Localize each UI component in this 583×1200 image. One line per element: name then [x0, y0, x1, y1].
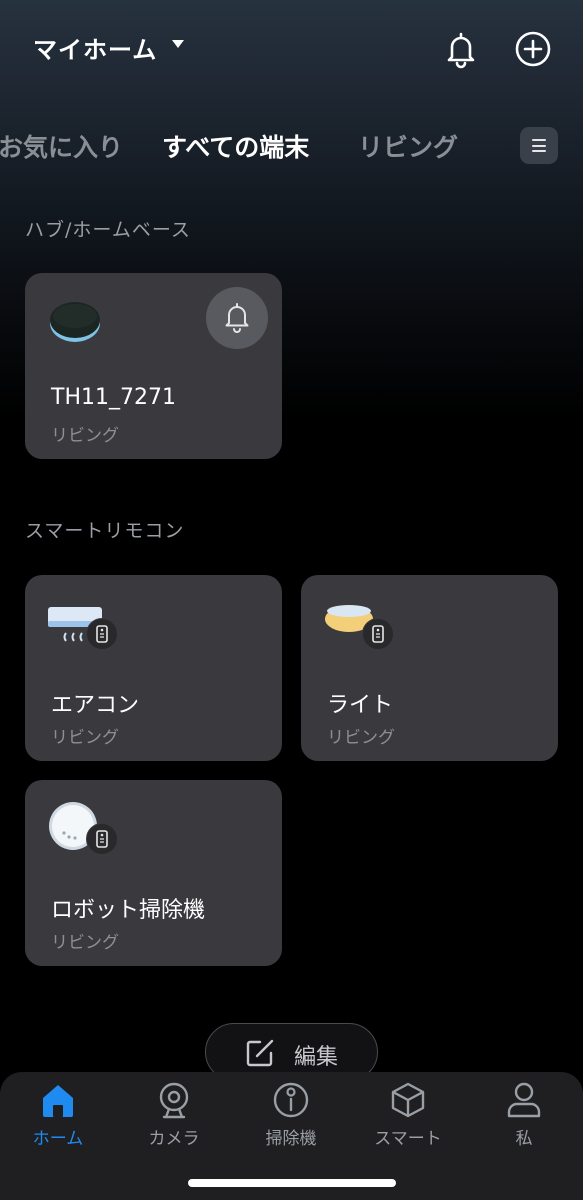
remote-control-icon	[86, 618, 118, 650]
device-name: ライト	[327, 693, 394, 718]
device-card-robot-vacuum[interactable]: ロボット掃除機 リビング	[25, 780, 282, 966]
hub-device-icon	[50, 302, 100, 342]
device-card-hub[interactable]: TH11_7271 リビング	[25, 273, 282, 459]
nav-label: 私	[515, 1129, 533, 1149]
nav-item-camera[interactable]: カメラ	[116, 1072, 232, 1162]
nav-item-smart[interactable]: スマート	[350, 1072, 466, 1162]
bell-icon	[225, 303, 249, 333]
nav-label: ホーム	[32, 1129, 84, 1149]
nav-label: スマート	[374, 1129, 442, 1149]
home-indicator	[188, 1179, 396, 1187]
device-card-aircon[interactable]: エアコン リビング	[25, 575, 282, 761]
vacuum-icon	[273, 1082, 309, 1118]
device-name: エアコン	[51, 693, 140, 718]
caret-down-icon[interactable]	[172, 40, 184, 48]
tab-favorites[interactable]: お気に入り	[0, 128, 123, 164]
plus-circle-icon[interactable]	[512, 28, 554, 70]
device-name: ロボット掃除機	[51, 898, 206, 923]
tab-living[interactable]: リビング	[358, 128, 458, 164]
nav-item-me[interactable]: 私	[466, 1072, 582, 1162]
device-room: リビング	[51, 728, 119, 748]
tab-all-devices[interactable]: すべての端末	[162, 128, 309, 164]
tab-menu-button[interactable]	[520, 127, 558, 164]
remote-control-icon	[362, 618, 394, 650]
nav-item-vacuum[interactable]: 掃除機	[233, 1072, 349, 1162]
remote-control-icon	[86, 823, 118, 855]
camera-icon	[159, 1082, 189, 1119]
section-title-hub: ハブ/ホームベース	[25, 219, 191, 241]
bell-icon[interactable]	[440, 28, 482, 70]
section-title-remote: スマートリモコン	[25, 520, 185, 542]
nav-label: 掃除機	[265, 1129, 317, 1149]
nav-label: カメラ	[148, 1129, 200, 1149]
card-bell-button[interactable]	[206, 287, 268, 349]
device-room: リビング	[327, 728, 395, 748]
device-name: TH11_7271	[51, 385, 176, 410]
person-icon	[507, 1082, 541, 1118]
device-room: リビング	[51, 426, 119, 446]
home-selector[interactable]: マイホーム	[33, 30, 157, 65]
cube-icon	[391, 1082, 425, 1118]
edit-label: 編集	[294, 1045, 339, 1070]
menu-icon	[532, 139, 546, 142]
nav-item-home[interactable]: ホーム	[0, 1072, 116, 1162]
device-room: リビング	[51, 933, 119, 953]
home-icon	[43, 1085, 73, 1117]
edit-icon	[246, 1039, 274, 1067]
device-card-light[interactable]: ライト リビング	[301, 575, 558, 761]
